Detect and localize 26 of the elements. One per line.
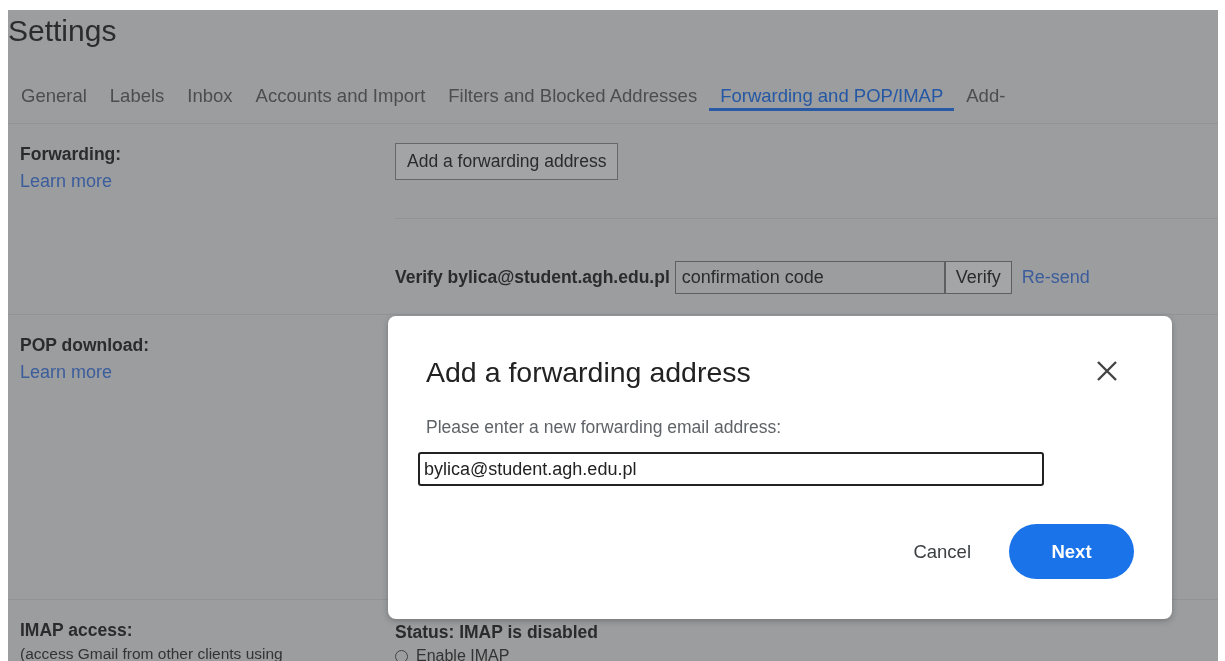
settings-tab[interactable]: Labels xyxy=(98,71,176,111)
settings-tab[interactable]: Forwarding and POP/IMAP xyxy=(709,71,955,111)
next-button[interactable]: Next xyxy=(1009,524,1134,579)
settings-tab[interactable]: Add- xyxy=(955,71,1017,111)
email-field[interactable]: bylica@student.agh.edu.pl xyxy=(418,452,1044,486)
page-title: Settings xyxy=(8,13,117,49)
settings-tab[interactable]: General xyxy=(10,71,98,111)
close-icon[interactable] xyxy=(1096,360,1118,382)
option-label: Enable IMAP xyxy=(416,647,510,661)
dialog-title: Add a forwarding address xyxy=(426,356,751,389)
verify-label: Verify bylica@student.agh.edu.pl xyxy=(395,267,670,288)
learn-more-link[interactable]: Learn more xyxy=(20,171,113,192)
section-label: POP download: xyxy=(20,335,149,356)
add-forwarding-address-button[interactable]: Add a forwarding address xyxy=(395,143,619,180)
confirmation-code-field[interactable]: confirmation code xyxy=(674,261,945,294)
dialog-prompt: Please enter a new forwarding email address: xyxy=(426,417,783,438)
settings-tab[interactable]: Inbox xyxy=(176,71,244,111)
learn-more-link[interactable]: Learn more xyxy=(20,362,113,383)
re-send-link[interactable]: Re-send xyxy=(1021,267,1090,288)
section-label: IMAP access: xyxy=(20,620,133,641)
cancel-button[interactable]: Cancel xyxy=(913,540,971,563)
settings-tab[interactable]: Filters and Blocked Addresses xyxy=(437,71,709,111)
section-label: Forwarding: xyxy=(20,144,122,165)
settings-tab[interactable]: Accounts and Import xyxy=(244,71,437,111)
verify-button[interactable]: Verify xyxy=(944,261,1012,294)
imap-status: Status: IMAP is disabled xyxy=(395,622,599,643)
